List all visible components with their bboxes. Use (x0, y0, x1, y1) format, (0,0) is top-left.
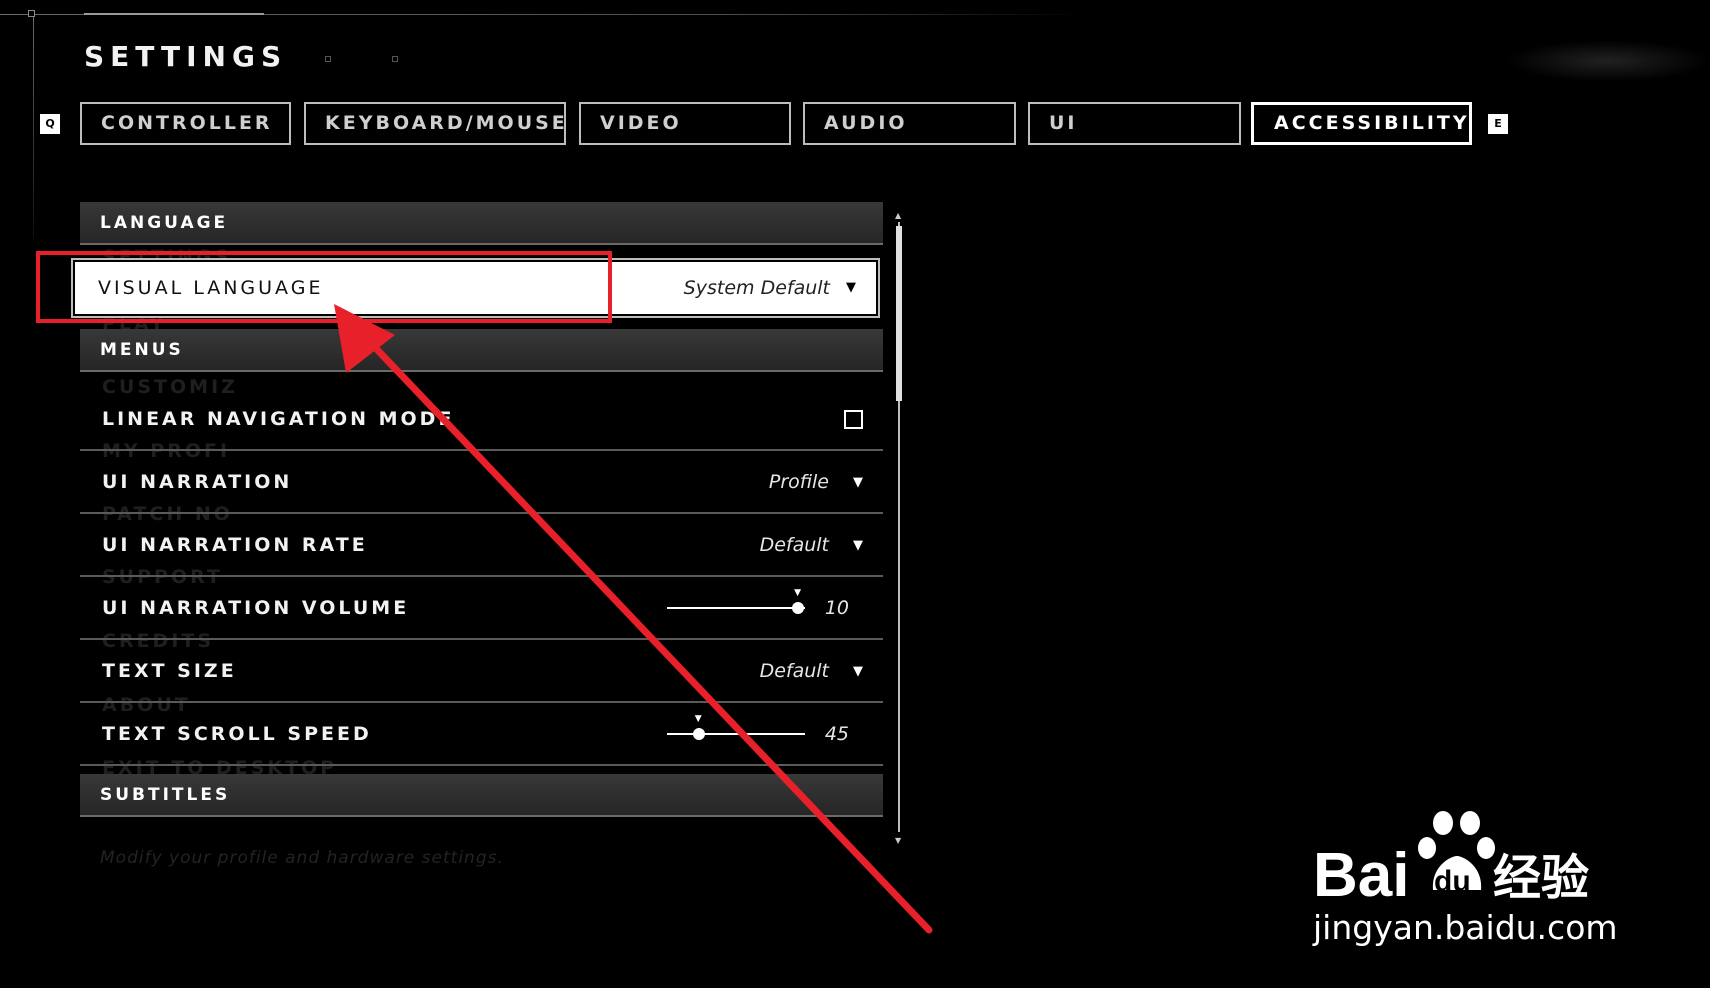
baidu-watermark-logo: Bai du 经验 (1313, 811, 1589, 908)
settings-screen: SETTINGS Q CONTROLLER KEYBOARD/MOUSE VID… (0, 0, 1710, 988)
watermark-url: jingyan.baidu.com (1313, 908, 1618, 947)
watermark-du-text: du (1434, 865, 1471, 898)
watermark-bai-text: Bai (1313, 841, 1409, 908)
watermark-cn-text: 经验 (1493, 850, 1589, 906)
